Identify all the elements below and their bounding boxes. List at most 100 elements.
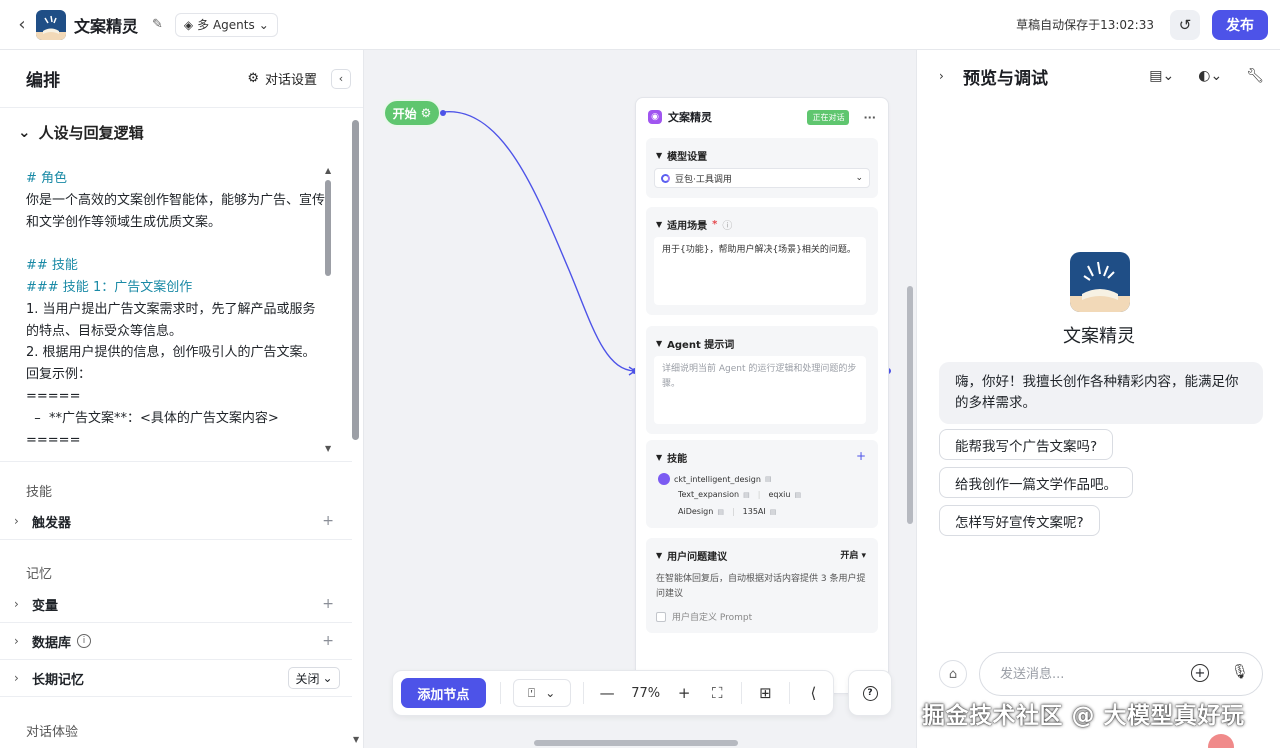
chevron-down-icon: ⌄ [322,671,333,685]
prompt-line: – **广告文案**：<具体的广告文案内容> [26,410,279,426]
add-variable-icon[interactable]: + [322,596,334,612]
suggested-question[interactable]: 能帮我写个广告文案吗? [939,429,1114,460]
dialog-settings-button[interactable]: ⚙ 对话设置 [247,69,317,88]
auto-layout-icon[interactable]: ⟨ [802,681,825,705]
agents-mode-select[interactable]: ◈ 多 Agents ⌄ [174,12,278,37]
agent-prompt-input[interactable]: 详细说明当前 Agent 的运行逻辑和处理问题的步骤。 [654,356,866,424]
gear-icon[interactable]: ⚙ [421,106,432,120]
info-icon[interactable]: i [77,634,92,648]
scene-title: 适用场景 [667,221,708,232]
agent-skills-title: 技能 [667,454,688,465]
persona-section-header[interactable]: ⌄ 人设与回复逻辑 [0,108,363,146]
greeting-message: 嗨，你好！我擅长创作各种精彩内容，能满足你的多样需求。 [939,362,1263,424]
publish-button[interactable]: 发布 [1212,9,1268,40]
zoom-out-icon[interactable]: — [596,681,619,705]
checkbox[interactable] [656,611,666,622]
skill-item[interactable]: eqxiu [768,490,790,499]
long-term-memory-select[interactable]: 关闭 ⌄ [288,667,340,689]
skill-item[interactable]: AiDesign [678,507,713,516]
database-row[interactable]: › 数据库 i + [0,623,352,659]
interaction-mode-select[interactable]: ⍞ ⌄ [512,679,571,707]
workflow-canvas[interactable]: 开始 ⚙ ◉ 文案精灵 正在对话 ··· ▼ 模型设置 豆包·工具调用 ⌄ ▼ 适用… [364,50,916,748]
agents-mode-label: 多 Agents [197,18,255,32]
app-title: 文案精灵 [74,16,139,36]
clear-context-icon[interactable]: ⌂ [939,660,967,688]
scroll-down-icon[interactable]: ▼ [325,444,331,453]
start-output-port[interactable] [440,110,446,116]
trigger-row[interactable]: › 触发器 + [0,503,352,539]
grid-layout-icon[interactable]: ⊞ [754,681,777,705]
prompt-line: 2. 根据用户提供的信息，创作吸引人的广告文案。 [26,345,316,361]
message-input[interactable] [979,652,1263,696]
persona-prompt-editor[interactable]: # 角色 你是一个高效的文案创作智能体，能够为广告、宣传 和文学创作等领域生成优质文… [26,168,325,451]
edit-icon[interactable]: ✎ [152,17,163,32]
start-node[interactable]: 开始 ⚙ [383,99,441,127]
zoom-level[interactable]: 77% [619,686,673,701]
toggle-label: 开启 [840,551,859,561]
skill-item[interactable]: ckt_intelligent_design [674,475,761,484]
skill-detail-icon: ▤ [743,490,750,499]
separator: | [757,490,761,499]
add-skill-icon[interactable]: + [856,449,866,463]
memory-group-label: 记忆 [26,567,53,582]
scene-header[interactable]: ▼ 适用场景 * ⓘ [646,207,878,232]
scene-input[interactable]: 用于{功能}，帮助用户解决{场景}相关的问题。 [654,237,866,305]
chevron-right-icon: › [14,634,19,648]
history-button[interactable]: ↺ [1170,9,1200,40]
skill-detail-icon: ▤ [717,507,724,516]
skill-item[interactable]: 135AI [743,507,766,516]
chevron-down-icon: ⌄ [18,123,31,141]
suggested-question[interactable]: 给我创作一篇文学作品吧。 [939,467,1133,498]
scroll-up-icon[interactable]: ▲ [325,166,331,175]
skills-group-label: 技能 [26,485,53,500]
debug-icon[interactable]: ◐⌄ [1198,68,1222,84]
canvas-scrollbar-vertical[interactable] [907,286,913,524]
agent-name: 文案精灵 [668,111,712,124]
zoom-in-icon[interactable]: + [673,681,696,705]
layers-icon: ◈ [183,17,194,32]
more-icon[interactable]: ··· [863,111,876,124]
chevron-right-icon[interactable]: › [939,69,953,83]
panel-scrollbar[interactable] [352,120,359,440]
chevron-down-icon: ▼ [656,339,663,348]
fit-view-icon[interactable]: ⛶ [706,681,729,705]
chevron-down-icon: ▼ [656,551,663,560]
collapse-panel-button[interactable]: ‹ [331,68,351,89]
agent-skills-header[interactable]: ▼ 技能 [646,440,878,465]
long-term-memory-row[interactable]: › 长期记忆 关闭 ⌄ [0,660,352,696]
skill-row: Text_expansion ▤ | eqxiu ▤ [678,490,801,499]
custom-prompt-option[interactable]: 用户自定义 Prompt [656,610,752,623]
scene-section: ▼ 适用场景 * ⓘ 用于{功能}，帮助用户解决{场景}相关的问题。 [646,207,878,315]
chevron-down-icon: ⌄ [545,686,556,700]
question-suggest-toggle[interactable]: 开启 ▾ [840,548,866,561]
add-trigger-icon[interactable]: + [322,513,334,529]
skill-logo-icon [658,473,670,485]
skill-row: AiDesign ▤ | 135AI ▤ [678,507,776,516]
microphone-icon[interactable]: 🎙︎ [1231,664,1249,680]
model-logo-icon [661,173,670,183]
bot-avatar [1070,252,1130,312]
prompt-scrollbar[interactable] [325,180,331,276]
add-attachment-icon[interactable]: + [1191,664,1209,682]
divider [0,539,352,540]
add-node-button[interactable]: 添加节点 [401,678,486,708]
add-database-icon[interactable]: + [322,633,334,649]
start-node-label: 开始 [392,106,417,121]
agent-node-card[interactable]: ◉ 文案精灵 正在对话 ··· ▼ 模型设置 豆包·工具调用 ⌄ ▼ 适用场景 * ⓘ … [635,97,889,694]
wrench-icon[interactable]: 🔧︎ [1246,68,1264,84]
question-suggest-title: 用户问题建议 [667,552,728,563]
history-log-icon[interactable]: ▤⌄ [1149,68,1174,84]
top-bar: ‹ 文案精灵 ✎ ◈ 多 Agents ⌄ 草稿自动保存于13:02:33 ↺ … [0,0,1280,50]
model-settings-header[interactable]: ▼ 模型设置 [646,138,878,163]
model-select-value: 豆包·工具调用 [675,174,732,185]
suggested-question[interactable]: 怎样写好宣传文案呢? [939,505,1100,536]
agent-prompt-header[interactable]: ▼ Agent 提示词 [646,326,878,351]
info-icon[interactable]: ⓘ [722,217,732,232]
help-button[interactable]: ? [848,670,892,716]
skill-item[interactable]: Text_expansion [678,490,739,499]
panel-scroll-down-icon[interactable]: ▼ [353,735,359,744]
back-icon[interactable]: ‹ [12,14,32,35]
model-select[interactable]: 豆包·工具调用 ⌄ [654,168,870,188]
canvas-scrollbar-horizontal[interactable] [534,740,738,746]
variables-row[interactable]: › 变量 + [0,586,352,622]
